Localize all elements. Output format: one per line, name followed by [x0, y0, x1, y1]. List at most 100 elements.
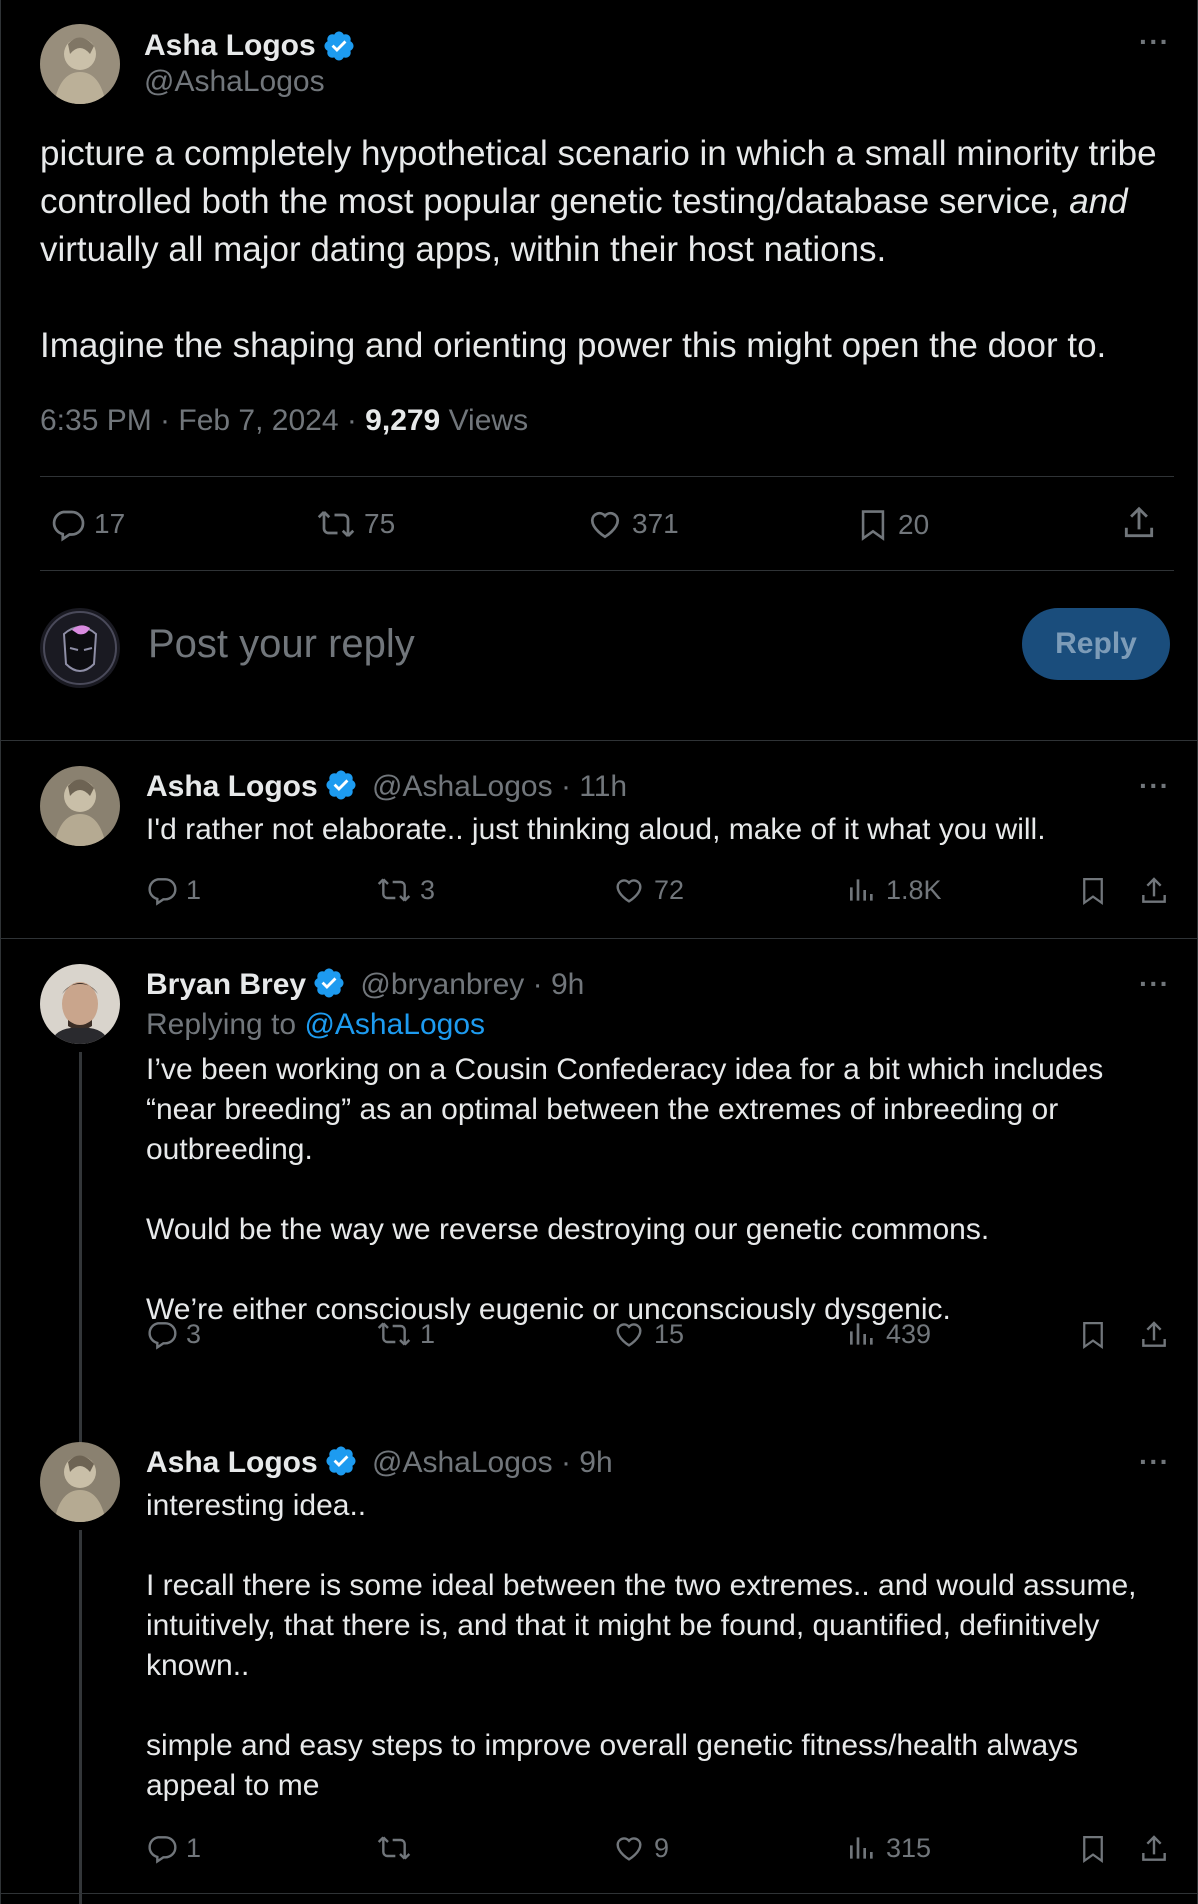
tweet-timestamp[interactable]: 6:35 PM · Feb 7, 2024 · [40, 404, 365, 437]
author-handle[interactable]: @AshaLogos [144, 65, 356, 99]
tweet-text-para2: Imagine the shaping and orienting power … [40, 326, 1107, 365]
like-icon [616, 1837, 642, 1861]
reply-tweet[interactable]: Asha Logos @AshaLogos · 9h ··· interesti… [0, 1442, 1198, 1904]
reply-text: interesting idea.. I recall there is som… [146, 1486, 1166, 1806]
repost-button[interactable]: 3 [376, 874, 435, 906]
reply-time[interactable]: · 9h [524, 968, 585, 1001]
more-icon[interactable]: ··· [1139, 970, 1170, 998]
views-label: Views [440, 404, 529, 437]
current-user-avatar[interactable] [40, 608, 120, 688]
bookmark-button[interactable] [1078, 874, 1108, 908]
reply-paragraph: interesting idea.. [146, 1489, 367, 1522]
verified-badge-icon [326, 770, 356, 800]
reply-paragraph: simple and easy steps to improve overall… [146, 1729, 1079, 1802]
author-name[interactable]: Asha Logos [146, 1446, 318, 1479]
reply-count: 1 [186, 874, 202, 905]
reply-time[interactable]: · 9h [553, 1446, 613, 1479]
main-tweet-text: picture a completely hypothetical scenar… [40, 130, 1170, 370]
bryan-brey-avatar[interactable] [40, 964, 120, 1044]
asha-logos-avatar[interactable] [40, 24, 120, 104]
share-button[interactable] [1138, 1832, 1170, 1866]
reply-actions: 3 1 15 439 [146, 1318, 1196, 1358]
like-icon [590, 511, 620, 539]
author-name[interactable]: Asha Logos [144, 29, 316, 63]
bookmark-button[interactable]: 20 [856, 506, 929, 544]
like-icon [616, 1323, 642, 1347]
repost-button[interactable]: 1 [376, 1318, 435, 1350]
views-count: 439 [886, 1318, 932, 1349]
author-handle[interactable]: @AshaLogos [372, 770, 553, 803]
divider [0, 740, 1198, 741]
reply-paragraph: Would be the way we reverse destroying o… [146, 1213, 990, 1246]
divider [0, 938, 1198, 939]
asha-logos-avatar[interactable] [40, 1442, 120, 1522]
reply-button[interactable]: 3 [146, 1318, 201, 1350]
divider [40, 570, 1174, 571]
views-button[interactable]: 1.8K [846, 874, 942, 906]
reply-count: 17 [94, 508, 126, 539]
thread-line [79, 1530, 82, 1904]
author-name[interactable]: Asha Logos [146, 770, 318, 803]
share-icon [1142, 1835, 1166, 1861]
repost-button[interactable] [376, 1832, 420, 1864]
verified-badge-icon [314, 968, 344, 998]
like-count: 15 [654, 1318, 685, 1349]
like-button[interactable]: 371 [586, 506, 679, 542]
share-button[interactable] [1138, 874, 1170, 908]
reply-time[interactable]: · 11h [553, 770, 627, 803]
share-button[interactable] [1138, 1318, 1170, 1352]
like-button[interactable]: 9 [612, 1832, 669, 1864]
reply-tweet[interactable]: Bryan Brey @bryanbrey · 9h ··· Replying … [0, 964, 1198, 1444]
bookmark-icon [1083, 878, 1103, 906]
repost-count: 75 [364, 508, 396, 539]
reply-tweet[interactable]: Asha Logos @AshaLogos · 11h ··· I'd rath… [0, 766, 1198, 936]
tweet-text-line1: picture a completely hypothetical scenar… [40, 134, 1157, 221]
views-button[interactable]: 315 [846, 1832, 931, 1864]
reply-button[interactable]: 17 [50, 506, 125, 542]
repost-icon [377, 878, 411, 902]
bookmark-button[interactable] [1078, 1832, 1108, 1866]
more-icon[interactable]: ··· [1139, 1448, 1170, 1476]
author-name[interactable]: Bryan Brey [146, 968, 306, 1001]
reply-text: I'd rather not elaborate.. just thinking… [146, 810, 1166, 850]
repost-count: 3 [420, 874, 436, 905]
reply-icon [148, 1836, 177, 1864]
author-handle[interactable]: @AshaLogos [372, 1446, 553, 1479]
repost-count: 1 [420, 1318, 436, 1349]
views-icon [850, 1323, 873, 1345]
like-count: 72 [654, 874, 685, 905]
reply-input[interactable]: Post your reply [148, 622, 415, 667]
reply-paragraph: I'd rather not elaborate.. just thinking… [146, 813, 1046, 846]
reply-icon [148, 878, 177, 906]
views-count: 9,279 [365, 404, 441, 437]
repost-button[interactable]: 75 [316, 506, 395, 542]
reply-submit-button[interactable]: Reply [1022, 608, 1170, 680]
reply-text: I’ve been working on a Cousin Confederac… [146, 1050, 1166, 1330]
bookmark-icon [1083, 1836, 1103, 1864]
views-button[interactable]: 439 [846, 1318, 931, 1350]
like-button[interactable]: 15 [612, 1318, 684, 1350]
asha-logos-avatar[interactable] [40, 766, 120, 846]
tweet-text-line2: virtually all major dating apps, within … [40, 230, 887, 269]
verified-badge-icon [326, 1446, 356, 1476]
author-handle[interactable]: @bryanbrey [360, 968, 524, 1001]
reply-count: 1 [186, 1832, 202, 1863]
like-button[interactable]: 72 [612, 874, 684, 906]
more-icon[interactable]: ··· [1139, 28, 1170, 56]
divider [0, 1893, 1198, 1894]
bookmark-icon [861, 510, 885, 541]
reply-paragraph: I’ve been working on a Cousin Confederac… [146, 1053, 1104, 1166]
share-button[interactable] [1120, 504, 1158, 542]
views-count: 315 [886, 1832, 932, 1863]
reply-header: Asha Logos @AshaLogos · 11h [146, 768, 627, 804]
repost-icon [377, 1836, 411, 1860]
bookmark-button[interactable] [1078, 1318, 1108, 1352]
main-tweet-actions: 17 75 371 20 [40, 500, 1174, 550]
replying-to-link[interactable]: @AshaLogos [304, 1008, 485, 1041]
share-icon [1142, 877, 1166, 903]
more-icon[interactable]: ··· [1139, 772, 1170, 800]
bookmark-icon [1083, 1322, 1103, 1350]
reply-header: Asha Logos @AshaLogos · 9h [146, 1444, 613, 1480]
reply-button[interactable]: 1 [146, 1832, 201, 1864]
reply-button[interactable]: 1 [146, 874, 201, 906]
